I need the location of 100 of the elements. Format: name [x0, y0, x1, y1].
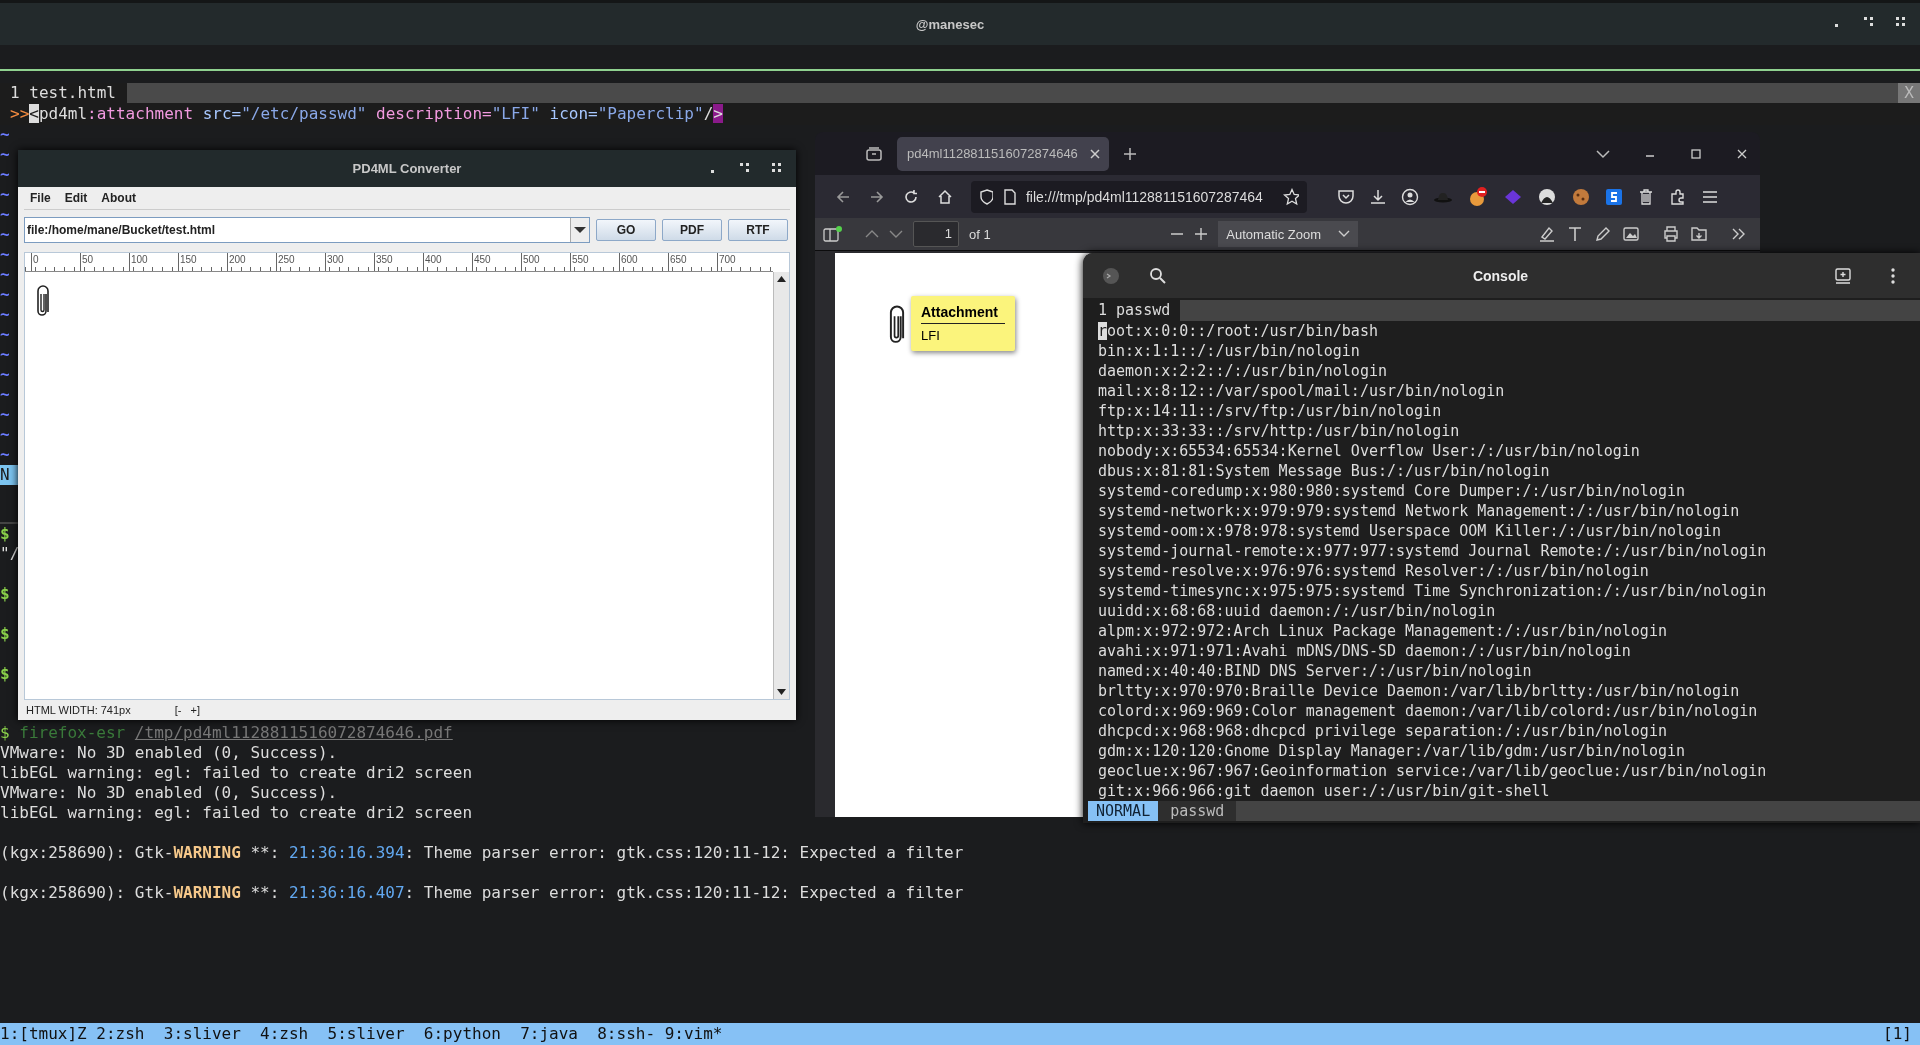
prompt-line: $ [0, 664, 11, 684]
chevron-down-icon[interactable] [1338, 230, 1351, 238]
page-icon [1003, 188, 1016, 205]
tilde-mark: ~ [0, 165, 11, 185]
text-line: systemd-oom:x:978:978:systemd Userspace OOM Killer:/:/usr/bin/nologin [1098, 521, 1723, 541]
tilde-mark: ~ [0, 305, 11, 325]
text-line: avahi:x:971:971:Avahi mDNS/DNS-SD daemon:/:/usr/bin/nologin [1098, 641, 1632, 661]
reload-icon[interactable] [903, 188, 919, 205]
buffer-tab[interactable]: 1 test.html [0, 83, 127, 103]
zoom-in-icon[interactable] [1194, 227, 1209, 241]
tilde-mark: ~ [0, 365, 11, 385]
back-icon[interactable] [835, 188, 851, 205]
log-line: libEGL warning: egl: failed to create dri2 screen [0, 763, 472, 783]
window-title: @manesec [915, 16, 985, 32]
tilde-mark: ~ [0, 405, 11, 425]
dropdown-icon[interactable] [574, 226, 586, 234]
text-line: dhcpcd:x:968:968:dhcpcd privilege separation:/:/usr/bin/nologin [1098, 721, 1668, 741]
log-line: (kgx:258690): Gtk-WARNING **: 21:36:16.407: Theme parser error: gtk.css:120:11-12: Expected a filter [0, 883, 964, 903]
plus-icon[interactable] [1123, 146, 1137, 161]
log-line: VMware: No 3D enabled (0, Success). [0, 783, 338, 803]
page-number-field[interactable]: 1 [913, 221, 959, 247]
zoom-dropdown[interactable]: Automatic Zoom [1218, 221, 1359, 247]
text-line: colord:x:969:969:Color management daemon:/var/lib/colord:/usr/bin/nologin [1098, 701, 1759, 721]
text-line: nobody:x:65534:65534:Kernel Overflow User:/:/usr/bin/nologin [1098, 441, 1641, 461]
scroll-down-icon[interactable] [777, 689, 786, 695]
text-line: systemd-journal-remote:x:977:977:systemd Journal Remote:/:/usr/bin/nologin [1098, 541, 1768, 561]
download-icon[interactable] [1369, 187, 1387, 206]
text-line: systemd-network:x:979:979:systemd Network Management:/:/usr/bin/nologin [1098, 501, 1741, 521]
pocket-icon[interactable] [1337, 187, 1355, 206]
print-icon[interactable] [1662, 225, 1680, 243]
tmux-window-list[interactable]: 1:[tmux]Z 2:zsh 3:sliver 4:zsh 5:sliver 6:python 7:java 8:ssh- 9:vim* [0, 1023, 723, 1045]
text-icon[interactable] [1566, 225, 1584, 243]
text-line: systemd-resolve:x:976:976:systemd Resolver:/:/usr/bin/nologin [1098, 561, 1650, 581]
text-line: bin:x:1:1::/:/usr/bin/nologin [1098, 341, 1361, 361]
text-line: alpm:x:972:972:Arch Linux Package Management:/:/usr/bin/nologin [1098, 621, 1668, 641]
extension-icon[interactable] [1467, 185, 1489, 208]
cookie-icon[interactable] [1571, 186, 1591, 207]
line-marker: >> [10, 103, 30, 125]
text-line: uuidd:x:68:68:uuid daemon:/:/usr/bin/nologin [1098, 601, 1497, 621]
prompt-line: "/ [0, 544, 18, 564]
tilde-mark: ~ [0, 385, 11, 405]
close-icon[interactable] [1089, 147, 1101, 160]
close-icon[interactable] [1894, 15, 1908, 29]
new-tab-icon[interactable] [1834, 266, 1852, 285]
maximize-icon[interactable] [738, 161, 752, 175]
page-count: of 1 [969, 226, 991, 242]
square-icon[interactable] [1605, 187, 1623, 206]
pen-icon[interactable] [1594, 225, 1612, 243]
menu-item[interactable]: File [30, 191, 51, 205]
forward-icon[interactable] [869, 188, 885, 205]
menu-item[interactable]: Edit [64, 191, 88, 205]
ruler: 0 50 100 150 200 250 300 350 400 450 500 550 600 650 700 [25, 253, 773, 272]
file-name: passwd [1158, 801, 1237, 821]
window-title: PD4ML Converter [352, 161, 462, 176]
url-combobox[interactable]: file:/home/mane/Bucket/test.html [24, 217, 590, 243]
text-line: mail:x:8:12::/var/spool/mail:/usr/bin/nologin [1098, 381, 1506, 401]
browser-tab[interactable]: pd4ml1128811516072874646 [897, 136, 1109, 171]
toolbar-button[interactable]: PDF [662, 219, 722, 241]
highlight-icon[interactable] [1538, 225, 1556, 243]
session-indicator: [1] [1883, 1023, 1912, 1045]
scroll-up-icon[interactable] [777, 276, 786, 282]
tab-list-icon[interactable] [865, 144, 883, 163]
tilde-mark: ~ [0, 225, 11, 245]
search-icon[interactable] [1149, 266, 1167, 285]
shield-icon[interactable] [979, 188, 994, 205]
toolbar-button[interactable]: RTF [728, 219, 788, 241]
home-icon[interactable] [937, 188, 953, 205]
scrollbar[interactable] [773, 272, 789, 699]
sidebar-toggle-icon[interactable] [823, 226, 843, 242]
close-icon[interactable] [1736, 147, 1748, 160]
log-line: libEGL warning: egl: failed to create dri2 screen [0, 803, 472, 823]
tilde-mark: ~ [0, 425, 11, 445]
text-line: ftp:x:14:11::/srv/ftp:/usr/bin/nologin [1098, 401, 1443, 421]
text-line: dbus:x:81:81:System Message Bus:/:/usr/bin/nologin [1098, 461, 1551, 481]
bin-icon[interactable] [1637, 187, 1655, 206]
buffer-tab[interactable]: 1 passwd [1088, 300, 1181, 321]
text-line: named:x:40:40:BIND DNS Server:/:/usr/bin/nologin [1098, 661, 1533, 681]
maximize-icon[interactable] [1862, 15, 1876, 29]
image-icon[interactable] [1622, 225, 1640, 243]
log-line: $ firefox-esr /tmp/pd4ml1128811516072874646.pdf [0, 723, 453, 743]
maximize-icon[interactable] [1690, 147, 1702, 160]
terminal-icon [1101, 265, 1121, 286]
toolbar-button[interactable]: GO [596, 219, 656, 241]
tilde-mark: ~ [0, 325, 11, 345]
close-icon[interactable] [770, 161, 784, 175]
zoom-control[interactable]: [- +] [174, 704, 201, 716]
puzzle-icon[interactable] [1669, 187, 1687, 206]
tilde-mark: ~ [0, 145, 11, 165]
menu-item[interactable]: About [101, 191, 136, 205]
tilde-mark: ~ [0, 205, 11, 225]
account-icon[interactable] [1401, 187, 1419, 206]
address-bar[interactable]: file:///tmp/pd4ml112881151607287464 [971, 180, 1307, 213]
window-title: Console [1471, 267, 1530, 284]
figure-icon[interactable] [1537, 186, 1557, 207]
tilde-mark: ~ [0, 285, 11, 305]
save-icon[interactable] [1690, 225, 1708, 243]
star-icon[interactable] [1282, 187, 1299, 206]
prompt-line: $ [0, 624, 11, 644]
menu-icon[interactable] [1890, 266, 1896, 285]
log-line: (kgx:258690): Gtk-WARNING **: 21:36:16.394: Theme parser error: gtk.css:120:11-12: Expected a filter [0, 843, 964, 863]
